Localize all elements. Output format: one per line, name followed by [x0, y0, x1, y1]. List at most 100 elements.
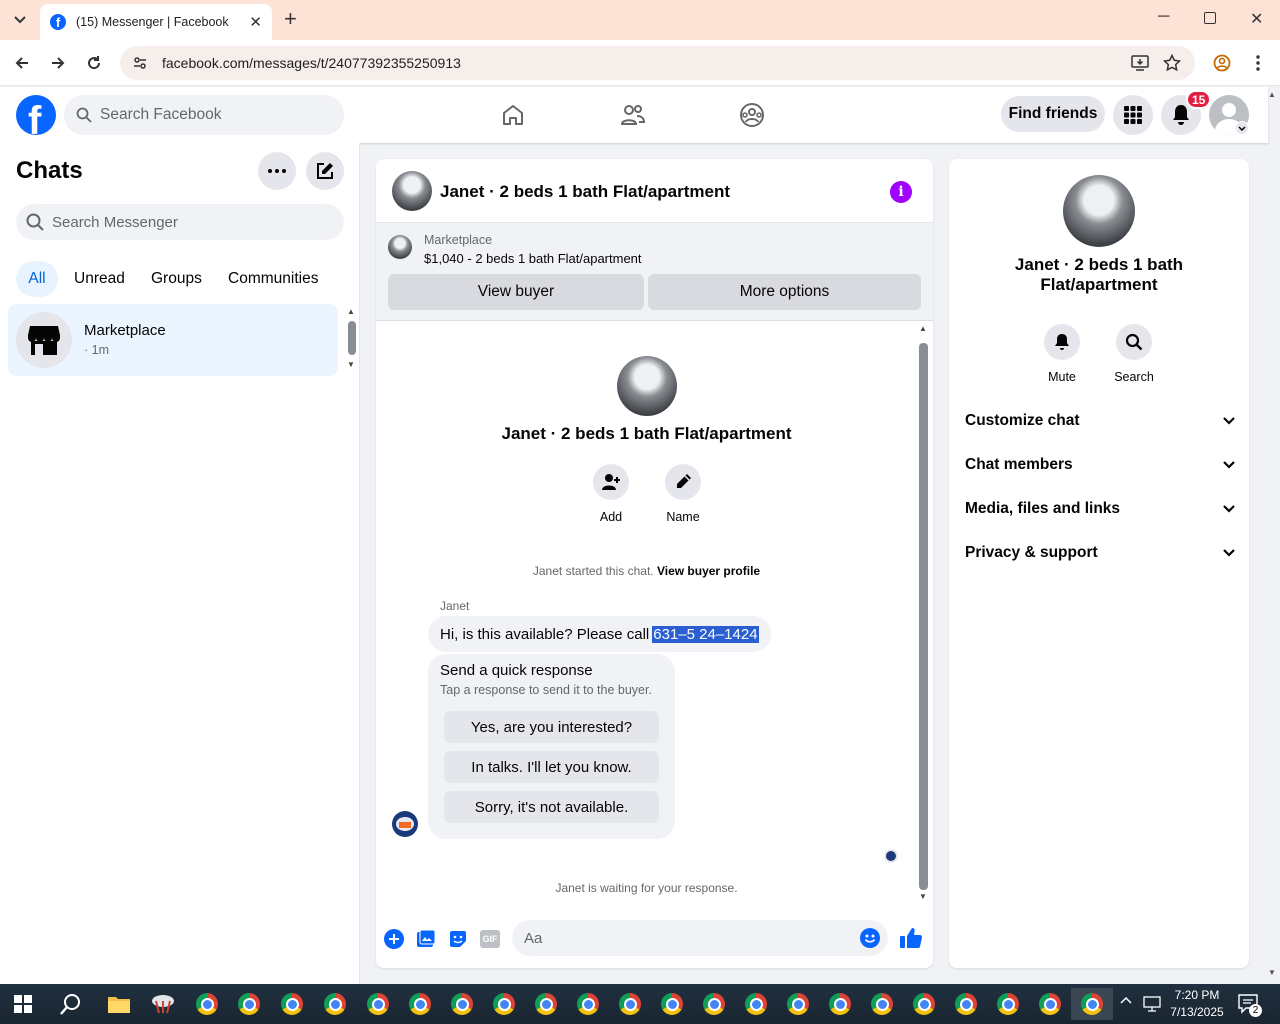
taskbar-clock[interactable]: 7:20 PM 7/13/2025 [1166, 987, 1228, 1021]
windows-start-icon[interactable] [4, 988, 42, 1020]
media-files-links-section[interactable]: Media, files and links [965, 487, 1235, 531]
gif-icon[interactable]: GIF [480, 930, 500, 948]
chrome-taskbar-icon[interactable] [905, 988, 943, 1020]
photo-icon[interactable] [416, 929, 436, 949]
chrome-taskbar-icon[interactable] [188, 988, 226, 1020]
message-bubble[interactable]: Hi, is this available? Please call 631–5… [428, 616, 771, 652]
more-options-icon[interactable] [258, 152, 296, 190]
facebook-search-input[interactable]: Search Facebook [64, 95, 344, 135]
chrome-taskbar-icon[interactable] [485, 988, 523, 1020]
close-window-icon[interactable]: ✕ [1250, 9, 1263, 29]
reload-icon[interactable] [80, 49, 108, 77]
chrome-taskbar-icon[interactable] [273, 988, 311, 1020]
tab-close-icon[interactable]: ✕ [249, 13, 262, 31]
account-chevron-icon[interactable] [1235, 121, 1249, 135]
browser-menu-icon[interactable] [1244, 49, 1272, 77]
restore-icon[interactable] [1204, 12, 1216, 24]
name-action[interactable]: Name [660, 464, 706, 524]
info-icon[interactable]: i [890, 181, 912, 203]
add-action[interactable]: Add [592, 464, 630, 524]
address-bar[interactable]: facebook.com/messages/t/2407739235525091… [120, 46, 1195, 80]
add-person-icon[interactable] [593, 464, 629, 500]
menu-grid-icon[interactable] [1113, 95, 1153, 135]
mute-action[interactable]: Mute [1041, 324, 1083, 384]
filter-all-tab[interactable]: All [16, 261, 58, 297]
emoji-icon[interactable] [860, 928, 880, 948]
friends-icon[interactable] [613, 95, 653, 135]
sidebar-scrollbar-thumb[interactable] [348, 321, 356, 355]
details-avatar[interactable] [1063, 175, 1135, 247]
page-scroll-down-icon[interactable]: ▼ [1268, 968, 1276, 977]
bell-icon[interactable] [1044, 324, 1080, 360]
chrome-taskbar-icon[interactable] [863, 988, 901, 1020]
chrome-taskbar-icon[interactable] [527, 988, 565, 1020]
chrome-taskbar-icon[interactable] [230, 988, 268, 1020]
quick-response-in-talks-button[interactable]: In talks. I'll let you know. [444, 751, 659, 783]
chat-members-section[interactable]: Chat members [965, 443, 1235, 487]
network-icon[interactable] [1143, 996, 1161, 1012]
conversation-title[interactable]: Janet · 2 beds 1 bath Flat/apartment [440, 182, 730, 202]
messages-scrollbar-thumb[interactable] [919, 343, 928, 890]
plus-icon[interactable] [384, 929, 404, 949]
new-message-icon[interactable] [306, 152, 344, 190]
back-icon[interactable] [8, 49, 36, 77]
browser-tab[interactable]: f (15) Messenger | Facebook ✕ [40, 4, 272, 40]
facebook-logo-icon[interactable]: f [16, 95, 56, 135]
search-icon[interactable] [1116, 324, 1152, 360]
search-action[interactable]: Search [1111, 324, 1157, 384]
filter-communities-tab[interactable]: Communities [218, 261, 328, 297]
sidebar-scroll-down-icon[interactable]: ▼ [347, 360, 355, 369]
pencil-icon[interactable] [665, 464, 701, 500]
chrome-taskbar-icon[interactable] [653, 988, 691, 1020]
profile-avatar[interactable] [617, 356, 677, 416]
groups-icon[interactable] [732, 95, 772, 135]
filter-unread-tab[interactable]: Unread [64, 261, 135, 297]
chrome-taskbar-icon[interactable] [316, 988, 354, 1020]
chrome-taskbar-icon-active[interactable] [1071, 988, 1113, 1020]
privacy-support-section[interactable]: Privacy & support [965, 531, 1235, 575]
find-friends-button[interactable]: Find friends [1001, 96, 1105, 132]
listing-avatar[interactable] [392, 171, 432, 211]
sidebar-scroll-up-icon[interactable]: ▲ [347, 307, 355, 316]
chrome-taskbar-icon[interactable] [737, 988, 775, 1020]
bookmark-star-icon[interactable] [1158, 49, 1186, 77]
file-explorer-icon[interactable] [100, 988, 138, 1020]
chrome-taskbar-icon[interactable] [1031, 988, 1069, 1020]
minimize-icon[interactable]: ─ [1158, 8, 1169, 26]
chrome-taskbar-icon[interactable] [779, 988, 817, 1020]
conversation-item-marketplace[interactable]: Marketplace · 1m [8, 304, 338, 376]
customize-chat-section[interactable]: Customize chat [965, 399, 1235, 443]
chrome-taskbar-icon[interactable] [359, 988, 397, 1020]
like-thumb-icon[interactable] [899, 926, 923, 950]
view-buyer-button[interactable]: View buyer [388, 274, 644, 310]
forward-icon[interactable] [44, 49, 72, 77]
taskbar-search-icon[interactable] [52, 988, 90, 1020]
sender-avatar[interactable] [392, 811, 418, 837]
chrome-taskbar-icon[interactable] [443, 988, 481, 1020]
messages-scroll-down-icon[interactable]: ▼ [919, 892, 927, 901]
chrome-taskbar-icon[interactable] [611, 988, 649, 1020]
message-composer-input[interactable]: Aa [512, 920, 888, 956]
tab-search-chevron-icon[interactable] [8, 8, 32, 32]
site-info-icon[interactable] [132, 55, 148, 71]
messages-scroll-up-icon[interactable]: ▲ [919, 324, 927, 333]
view-buyer-profile-link[interactable]: View buyer profile [657, 564, 760, 578]
filter-groups-tab[interactable]: Groups [141, 261, 212, 297]
taskbar-app-icon[interactable] [144, 988, 182, 1020]
chrome-taskbar-icon[interactable] [821, 988, 859, 1020]
chrome-taskbar-icon[interactable] [947, 988, 985, 1020]
install-app-icon[interactable] [1126, 49, 1154, 77]
messenger-search-input[interactable]: Search Messenger [16, 204, 344, 240]
quick-response-yes-button[interactable]: Yes, are you interested? [444, 711, 659, 743]
chrome-taskbar-icon[interactable] [401, 988, 439, 1020]
page-scroll-up-icon[interactable]: ▲ [1268, 90, 1276, 99]
chrome-taskbar-icon[interactable] [569, 988, 607, 1020]
profile-icon[interactable] [1208, 49, 1236, 77]
more-options-button[interactable]: More options [648, 274, 921, 310]
quick-response-sorry-button[interactable]: Sorry, it's not available. [444, 791, 659, 823]
home-icon[interactable] [493, 95, 533, 135]
chrome-taskbar-icon[interactable] [989, 988, 1027, 1020]
chrome-taskbar-icon[interactable] [695, 988, 733, 1020]
sticker-icon[interactable] [448, 929, 468, 949]
new-tab-icon[interactable]: + [284, 8, 297, 30]
